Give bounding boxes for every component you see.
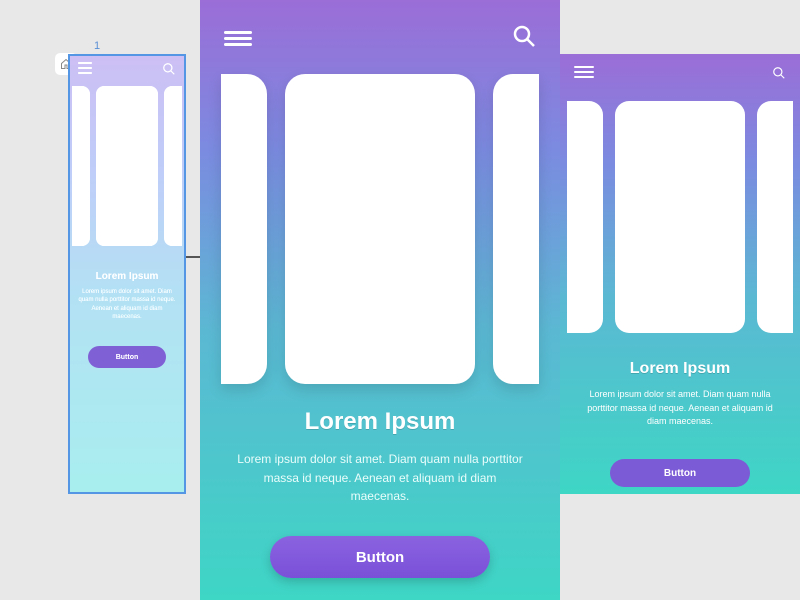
device-bezel: Lorem Ipsum Lorem ipsum dolor sit amet. … <box>200 0 560 600</box>
menu-icon[interactable] <box>78 62 92 81</box>
screen-heading: Lorem Ipsum <box>234 408 526 436</box>
menu-icon[interactable] <box>224 31 252 46</box>
artboard-screen-3[interactable]: Lorem Ipsum Lorem ipsum dolor sit amet. … <box>560 54 800 494</box>
screen-body: Lorem ipsum dolor sit amet. Diam quam nu… <box>578 388 782 429</box>
artboard-screen-1[interactable]: Lorem Ipsum Lorem ipsum dolor sit amet. … <box>68 54 186 494</box>
card-carousel[interactable] <box>200 74 560 384</box>
screen-body: Lorem ipsum dolor sit amet. Diam quam nu… <box>234 450 526 506</box>
artboard-page-label: 1 <box>94 40 100 52</box>
carousel-card <box>615 101 745 333</box>
screen-body: Lorem ipsum dolor sit amet. Diam quam nu… <box>78 288 176 322</box>
menu-icon[interactable] <box>574 66 594 85</box>
carousel-card <box>72 86 90 246</box>
search-icon[interactable] <box>512 24 536 53</box>
carousel-card <box>493 74 539 384</box>
carousel-card <box>96 86 158 246</box>
screen-heading: Lorem Ipsum <box>578 360 782 378</box>
search-icon[interactable] <box>772 66 786 85</box>
carousel-card <box>164 86 182 246</box>
search-icon[interactable] <box>162 62 176 81</box>
card-carousel[interactable] <box>70 86 184 246</box>
primary-button[interactable]: Button <box>88 346 166 368</box>
card-carousel[interactable] <box>560 101 800 333</box>
artboard-screen-2[interactable]: Lorem Ipsum Lorem ipsum dolor sit amet. … <box>200 0 560 600</box>
primary-button[interactable]: Button <box>270 536 490 578</box>
carousel-card <box>567 101 603 333</box>
carousel-card <box>757 101 793 333</box>
carousel-card <box>221 74 267 384</box>
primary-button[interactable]: Button <box>610 459 750 487</box>
screen-heading: Lorem Ipsum <box>78 271 176 282</box>
carousel-card <box>285 74 475 384</box>
